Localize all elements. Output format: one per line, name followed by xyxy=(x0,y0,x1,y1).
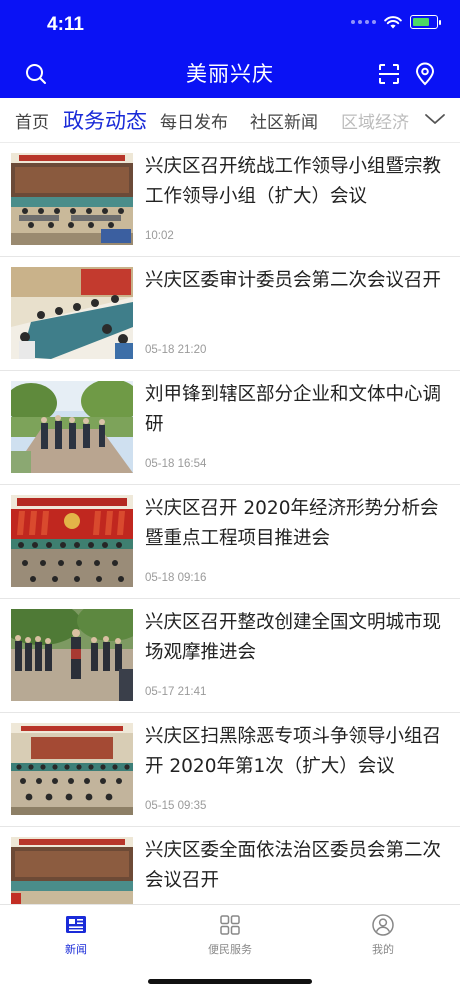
news-time: 05-17 21:41 xyxy=(145,686,207,698)
news-time: 05-15 09:35 xyxy=(145,800,207,812)
signal-icon xyxy=(351,20,376,24)
news-time: 05-18 16:54 xyxy=(145,458,207,470)
home-indicator xyxy=(148,979,312,984)
news-thumbnail xyxy=(11,267,133,359)
nav-services[interactable]: 便民服务 xyxy=(185,913,275,957)
scan-icon[interactable] xyxy=(376,61,402,87)
list-item[interactable]: 兴庆区召开 2020年经济形势分析会暨重点工程项目推进会 05-18 09:16 xyxy=(0,484,460,599)
nav-label: 便民服务 xyxy=(208,943,252,956)
list-item[interactable]: 兴庆区扫黑除恶专项斗争领导小组召开 2020年第1次（扩大）会议 05-15 0… xyxy=(0,712,460,827)
news-thumbnail xyxy=(11,495,133,587)
news-thumbnail xyxy=(11,381,133,473)
news-title: 兴庆区召开统战工作领导小组暨宗教工作领导小组（扩大）会议 xyxy=(145,156,442,207)
tab-government-news[interactable]: 政务动态 xyxy=(63,105,147,135)
news-title: 刘甲锋到辖区部分企业和文体中心调研 xyxy=(145,384,442,435)
nav-label: 新闻 xyxy=(65,943,87,956)
news-title: 兴庆区召开整改创建全国文明城市现场观摩推进会 xyxy=(145,612,442,663)
nav-label: 我的 xyxy=(372,943,394,956)
nav-profile[interactable]: 我的 xyxy=(338,913,428,957)
category-tabs: 首页 政务动态 每日发布 社区新闻 区域经济 xyxy=(0,98,460,143)
tab-regional-economy[interactable]: 区域经济 xyxy=(341,108,409,133)
news-icon xyxy=(66,916,86,933)
app-header: 4:11 美丽兴庆 xyxy=(0,0,460,98)
list-item[interactable]: 兴庆区委全面依法治区委员会第二次会议召开 xyxy=(0,826,460,904)
news-title: 兴庆区扫黑除恶专项斗争领导小组召开 2020年第1次（扩大）会议 xyxy=(145,726,442,777)
status-time: 4:11 xyxy=(47,14,84,35)
news-title: 兴庆区委审计委员会第二次会议召开 xyxy=(145,270,442,291)
location-icon[interactable] xyxy=(412,61,438,87)
list-item[interactable]: 兴庆区委审计委员会第二次会议召开 05-18 21:20 xyxy=(0,256,460,371)
tab-community-news[interactable]: 社区新闻 xyxy=(250,108,318,133)
news-thumbnail xyxy=(11,723,133,815)
list-item[interactable]: 刘甲锋到辖区部分企业和文体中心调研 05-18 16:54 xyxy=(0,370,460,485)
news-time: 10:02 xyxy=(145,230,174,242)
tab-daily-release[interactable]: 每日发布 xyxy=(160,108,228,133)
list-item[interactable]: 兴庆区召开整改创建全国文明城市现场观摩推进会 05-17 21:41 xyxy=(0,598,460,713)
news-thumbnail xyxy=(11,609,133,701)
news-list: 兴庆区召开统战工作领导小组暨宗教工作领导小组（扩大）会议 10:02 兴庆区委审… xyxy=(0,142,460,904)
user-icon xyxy=(372,914,394,936)
news-time: 05-18 09:16 xyxy=(145,572,207,584)
tabs-expand-button[interactable] xyxy=(420,106,450,132)
news-title: 兴庆区召开 2020年经济形势分析会暨重点工程项目推进会 xyxy=(145,498,439,549)
wifi-icon xyxy=(384,15,402,28)
nav-news[interactable]: 新闻 xyxy=(31,913,121,957)
grid-icon xyxy=(220,915,240,935)
news-time: 05-18 21:20 xyxy=(145,344,207,356)
news-thumbnail xyxy=(11,837,133,904)
status-icons xyxy=(351,15,441,29)
news-title: 兴庆区委全面依法治区委员会第二次会议召开 xyxy=(145,840,442,891)
news-thumbnail xyxy=(11,153,133,245)
tab-home[interactable]: 首页 xyxy=(15,108,49,133)
chevron-down-icon xyxy=(425,114,445,124)
battery-icon xyxy=(410,15,441,29)
list-item[interactable]: 兴庆区召开统战工作领导小组暨宗教工作领导小组（扩大）会议 10:02 xyxy=(0,142,460,257)
